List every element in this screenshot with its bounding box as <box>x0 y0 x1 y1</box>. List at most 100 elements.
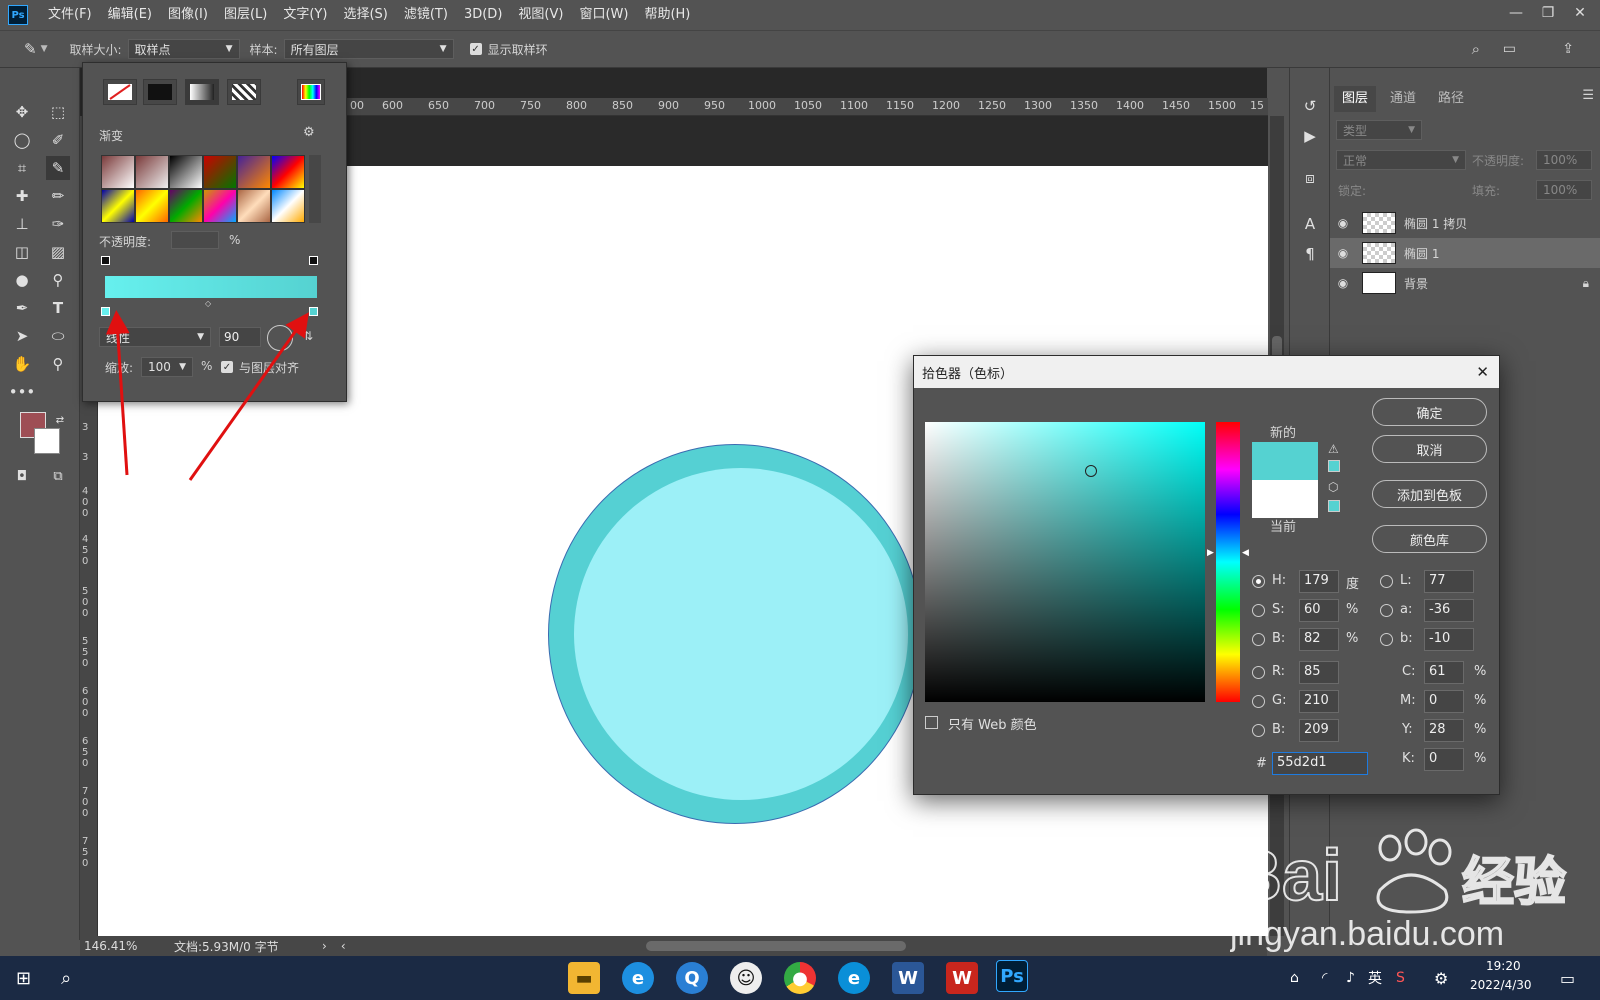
blend-mode-select[interactable]: 正常 ▼ <box>1336 150 1466 170</box>
edge-icon[interactable]: e <box>838 962 870 994</box>
radio-lab-b[interactable] <box>1380 633 1393 646</box>
midpoint-icon[interactable]: ◇ <box>205 299 211 308</box>
radio-blue[interactable] <box>1252 724 1265 737</box>
3d-icon[interactable]: ⧈ <box>1298 166 1322 190</box>
workspace-icon[interactable]: ▭ <box>1503 41 1516 57</box>
eye-icon[interactable]: ◉ <box>1330 276 1356 290</box>
tab-layers[interactable]: 图层 <box>1334 86 1377 112</box>
eyedropper-tool-icon[interactable]: ✎ <box>46 156 70 180</box>
menu-layer[interactable]: 图层(L) <box>216 0 275 30</box>
history-icon[interactable]: ↺ <box>1298 94 1322 118</box>
reverse-icon[interactable]: ⇅ <box>303 329 313 343</box>
lab-b-input[interactable]: -10 <box>1424 628 1474 651</box>
hand-tool-icon[interactable]: ✋ <box>10 352 34 376</box>
m-input[interactable]: 0 <box>1424 690 1464 713</box>
radio-h[interactable] <box>1252 575 1265 588</box>
blue-input[interactable]: 209 <box>1299 719 1339 742</box>
c-input[interactable]: 61 <box>1424 661 1464 684</box>
no-fill-button[interactable] <box>103 79 137 105</box>
minimize-icon[interactable]: — <box>1500 0 1532 26</box>
healing-tool-icon[interactable]: ✚ <box>10 184 34 208</box>
radio-s[interactable] <box>1252 604 1265 617</box>
gradient-preset[interactable] <box>271 189 305 223</box>
ie-browser-icon[interactable]: e <box>622 962 654 994</box>
chevron-left-icon[interactable]: ‹ <box>341 939 346 953</box>
file-explorer-icon[interactable]: ▬ <box>568 962 600 994</box>
tab-channels[interactable]: 通道 <box>1382 86 1424 112</box>
brush-tool-icon[interactable]: ✏ <box>46 184 70 208</box>
opacity-stop-right[interactable] <box>309 256 318 265</box>
gradient-bar[interactable] <box>105 276 317 298</box>
hue-slider[interactable] <box>1216 422 1240 702</box>
eraser-tool-icon[interactable]: ◫ <box>10 240 34 264</box>
network-icon[interactable]: ⌂ <box>1290 970 1299 986</box>
gradient-preset[interactable] <box>169 155 203 189</box>
photoshop-taskbar-icon[interactable]: Ps <box>996 960 1028 992</box>
windows-start-icon[interactable]: ⊞ <box>16 968 31 989</box>
volume-icon[interactable]: ♪ <box>1346 970 1355 986</box>
share-icon[interactable]: ⇪ <box>1562 41 1574 57</box>
menu-type[interactable]: 文字(Y) <box>275 0 335 30</box>
gear-icon[interactable]: ⚙ <box>303 125 315 140</box>
hue-arrow-right-icon[interactable]: ◀ <box>1242 548 1249 558</box>
clock-time[interactable]: 19:20 <box>1486 959 1521 973</box>
word-icon[interactable]: W <box>892 962 924 994</box>
presets-scrollbar[interactable] <box>309 155 321 223</box>
type-tool-icon[interactable]: T <box>46 296 70 320</box>
opacity-stop-left[interactable] <box>101 256 110 265</box>
menu-edit[interactable]: 编辑(E) <box>100 0 160 30</box>
paragraph-icon[interactable]: ¶ <box>1298 242 1322 266</box>
radio-l[interactable] <box>1380 575 1393 588</box>
add-to-swatches-button[interactable]: 添加到色板 <box>1372 480 1487 508</box>
show-ring-checkbox[interactable]: ✓ <box>469 43 482 55</box>
search-icon[interactable]: ⌕ <box>61 968 71 989</box>
gradient-preset[interactable] <box>101 155 135 189</box>
gradient-style-select[interactable]: 线性 ▼ <box>99 327 211 347</box>
search-icon[interactable]: ⌕ <box>1472 40 1480 58</box>
eye-icon[interactable]: ◉ <box>1330 216 1356 230</box>
opacity-input[interactable] <box>171 231 219 249</box>
ellipse-tool-icon[interactable]: ⬭ <box>46 324 70 348</box>
gradient-fill-button[interactable] <box>185 79 219 105</box>
scale-input[interactable]: 100 ▼ <box>141 357 193 377</box>
more-tools-icon[interactable]: ••• <box>9 380 36 404</box>
hex-input[interactable]: 55d2d1 <box>1272 752 1368 775</box>
close-icon[interactable]: ✕ <box>1564 0 1596 26</box>
radio-r[interactable] <box>1252 666 1265 679</box>
wps-icon[interactable]: W <box>946 962 978 994</box>
screen-mode-icon[interactable]: ⧉ <box>46 464 70 488</box>
h-input[interactable]: 179 <box>1299 570 1339 593</box>
gamut-swatch[interactable] <box>1328 460 1340 472</box>
fill-input[interactable]: 100% <box>1536 180 1592 200</box>
radio-a[interactable] <box>1380 604 1393 617</box>
web-safe-swatch[interactable] <box>1328 500 1340 512</box>
character-icon[interactable]: A <box>1298 212 1322 236</box>
b-input[interactable]: 82 <box>1299 628 1339 651</box>
align-layer-checkbox[interactable]: ✓ <box>221 361 233 373</box>
quick-select-icon[interactable]: ✐ <box>46 128 70 152</box>
color-cursor[interactable] <box>1085 465 1097 477</box>
solid-fill-button[interactable] <box>143 79 177 105</box>
zoom-tool-icon[interactable]: ⚲ <box>46 352 70 376</box>
angle-input[interactable]: 90 <box>219 327 261 347</box>
horizontal-scroll-thumb[interactable] <box>645 941 906 951</box>
color-libraries-button[interactable]: 颜色库 <box>1372 525 1487 553</box>
swap-colors-icon[interactable]: ⇄ <box>48 408 72 432</box>
k-input[interactable]: 0 <box>1424 748 1464 771</box>
menu-3d[interactable]: 3D(D) <box>456 0 510 30</box>
gradient-preset[interactable] <box>169 189 203 223</box>
tab-paths[interactable]: 路径 <box>1430 86 1472 112</box>
qq-icon[interactable]: ☺ <box>730 962 762 994</box>
color-picker-button[interactable] <box>297 79 325 105</box>
layer-row[interactable]: ◉ 椭圆 1 拷贝 <box>1330 208 1600 238</box>
s-input[interactable]: 60 <box>1299 599 1339 622</box>
qq-browser-icon[interactable]: Q <box>676 962 708 994</box>
current-color-swatch[interactable] <box>1252 480 1318 518</box>
l-input[interactable]: 77 <box>1424 570 1474 593</box>
marquee-tool-icon[interactable]: ⬚ <box>46 100 70 124</box>
layer-row[interactable]: ◉ 背景 🔒︎ <box>1330 268 1600 298</box>
lasso-tool-icon[interactable]: ◯ <box>10 128 34 152</box>
color-stop-right[interactable] <box>309 307 318 316</box>
eyedropper-icon[interactable]: ✎ <box>24 40 37 58</box>
stamp-tool-icon[interactable]: ⊥ <box>10 212 34 236</box>
